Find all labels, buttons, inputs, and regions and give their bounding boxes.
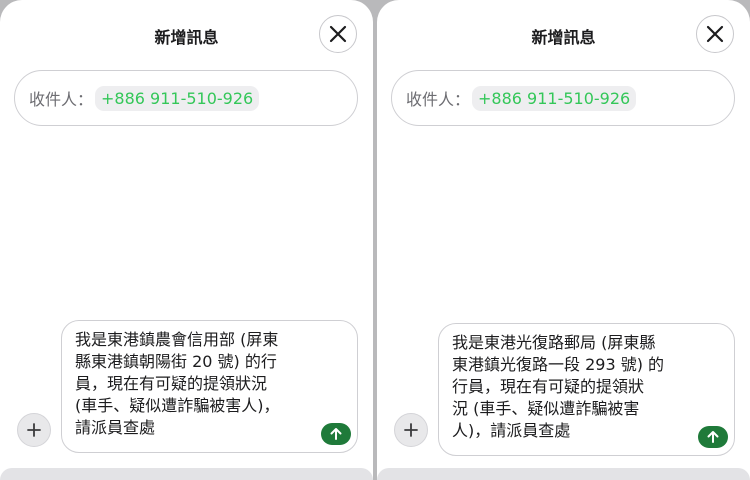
close-button[interactable] (696, 15, 734, 53)
message-text: 我是東港鎮農會信用部 (屏東 縣東港鎮朝陽街 20 號) 的行 員，現在有可疑的… (75, 330, 280, 437)
add-attachment-button[interactable] (17, 413, 51, 447)
new-message-screen-right: 新增訊息 收件人： +886 911-510-926 我是東港光復路郵局 (屏東… (377, 0, 750, 480)
message-input[interactable]: 我是東港光復路郵局 (屏東縣 東港鎮光復路一段 293 號) 的 行員，現在有可… (438, 323, 735, 456)
plus-icon (404, 423, 418, 437)
send-button[interactable] (698, 426, 728, 448)
add-attachment-button[interactable] (394, 413, 428, 447)
recipient-chip[interactable]: +886 911-510-926 (95, 85, 260, 111)
recipient-field[interactable]: 收件人： +886 911-510-926 (391, 70, 735, 126)
message-text: 我是東港光復路郵局 (屏東縣 東港鎮光復路一段 293 號) 的 行員，現在有可… (452, 333, 665, 440)
keyboard-edge (377, 468, 750, 480)
keyboard-edge (0, 468, 373, 480)
recipient-field[interactable]: 收件人： +886 911-510-926 (14, 70, 358, 126)
message-input[interactable]: 我是東港鎮農會信用部 (屏東 縣東港鎮朝陽街 20 號) 的行 員，現在有可疑的… (61, 320, 358, 453)
screen-title: 新增訊息 (531, 28, 596, 47)
arrow-up-icon (330, 428, 342, 440)
recipient-label: 收件人： (406, 90, 471, 109)
close-button[interactable] (319, 15, 357, 53)
screen-title: 新增訊息 (154, 28, 219, 47)
recipient-chip[interactable]: +886 911-510-926 (472, 85, 637, 111)
new-message-screen-left: 新增訊息 收件人： +886 911-510-926 我是東港鎮農會信用部 (屏… (0, 0, 373, 480)
close-icon (329, 25, 347, 43)
send-button[interactable] (321, 423, 351, 445)
close-icon (706, 25, 724, 43)
recipient-label: 收件人： (29, 90, 94, 109)
arrow-up-icon (707, 431, 719, 443)
plus-icon (27, 423, 41, 437)
